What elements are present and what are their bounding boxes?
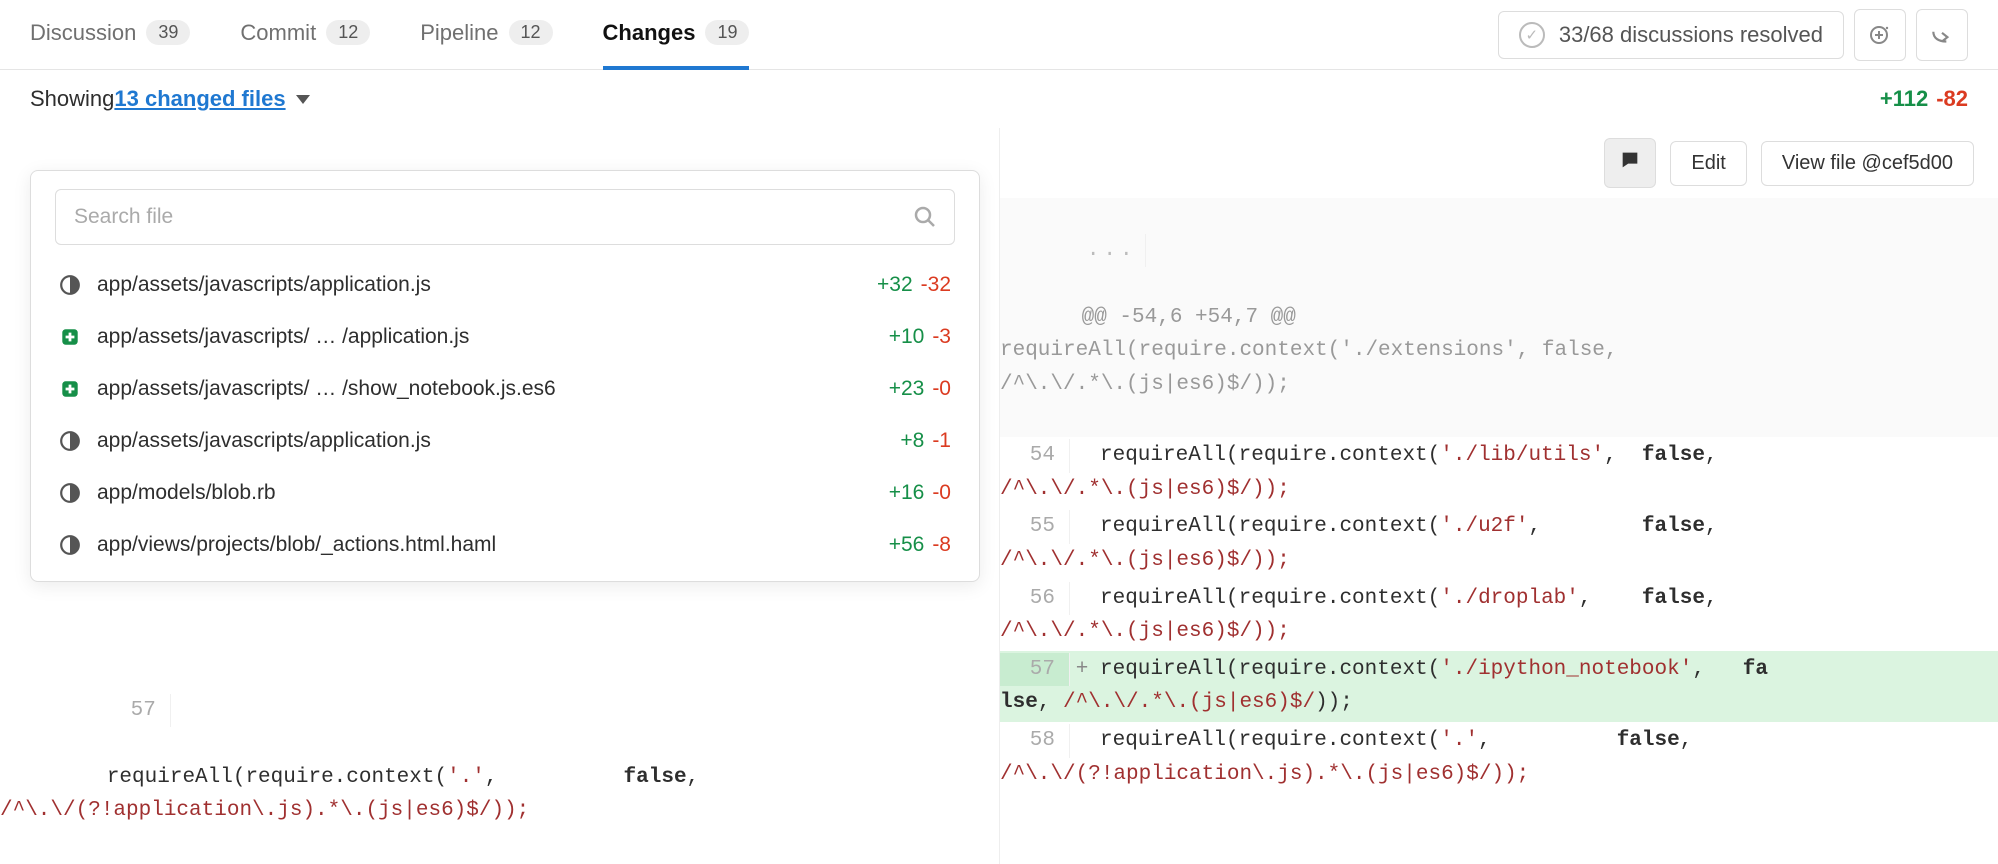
line-number: 58 [1000,724,1070,758]
file-modified-icon [59,430,81,452]
reply-arrow-icon [1929,22,1955,48]
total-deletions: -82 [1936,86,1968,112]
file-modified-icon [59,482,81,504]
chevron-down-icon [296,95,310,104]
tab-commit[interactable]: Commit 12 [240,0,370,70]
hunk-text: @@ -54,6 +54,7 @@requireAll(require.cont… [1000,306,1618,396]
file-path: app/assets/javascripts/ … /application.j… [97,325,879,349]
tab-label: Changes [603,20,696,46]
file-modified-icon [59,274,81,296]
code-text: requireAll(require.context('.', false,/^… [0,766,699,823]
discussions-resolved-text: 33/68 discussions resolved [1559,22,1823,48]
discussions-resolved-box: ✓ 33/68 discussions resolved [1498,11,1844,59]
file-additions: +56 [889,533,925,557]
diff-marker [1070,439,1094,473]
file-path: app/assets/javascripts/application.js [97,273,867,297]
line-number: 56 [1000,582,1070,616]
tab-label: Pipeline [420,20,498,46]
search-icon [913,205,937,229]
file-added-icon [59,326,81,348]
file-path: app/assets/javascripts/ … /show_notebook… [97,377,879,401]
tab-count-badge: 19 [705,20,749,45]
diff-marker [1070,510,1094,544]
diff-line[interactable]: 58 requireAll(require.context('.', false… [1000,722,1998,793]
file-path: app/assets/javascripts/application.js [97,429,890,453]
diff-marker [1070,582,1094,616]
code-text: requireAll(require.context('./droplab', … [1000,587,1718,644]
changed-files-text: 13 changed files [114,86,285,111]
file-deletions: -1 [932,429,951,453]
diff-line[interactable]: 57 requireAll(require.context('.', false… [0,658,999,864]
line-number: 57 [1000,653,1070,687]
file-deletions: -0 [932,481,951,505]
file-additions: +16 [889,481,925,505]
file-path: app/models/blob.rb [97,481,879,505]
tab-changes[interactable]: Changes 19 [603,0,750,70]
file-row[interactable]: app/assets/javascripts/ … /show_notebook… [31,363,979,415]
mr-tabs: Discussion 39 Commit 12 Pipeline 12 Chan… [30,0,749,70]
tab-pipeline[interactable]: Pipeline 12 [420,0,552,70]
file-actions: Edit View file @cef5d00 [1000,128,1998,198]
expand-icon[interactable]: ... [1076,234,1146,268]
issue-plus-icon [1868,23,1892,47]
tab-count-badge: 12 [509,20,553,45]
diff-right-pane: Edit View file @cef5d00 ... @@ -54,6 +54… [999,128,1998,864]
edit-button[interactable]: Edit [1670,141,1746,186]
file-deletions: -3 [932,325,951,349]
comment-icon [1619,149,1641,171]
showing-row: Showing 13 changed files +112 -82 [0,70,1998,128]
file-modified-icon [59,534,81,556]
tab-label: Commit [240,20,316,46]
line-number: 57 [101,694,171,728]
file-row[interactable]: app/assets/javascripts/ … /application.j… [31,311,979,363]
tab-label: Discussion [30,20,136,46]
diff-line[interactable]: 55 requireAll(require.context('./u2f', f… [1000,508,1998,579]
view-file-button[interactable]: View file @cef5d00 [1761,141,1974,186]
file-row[interactable]: app/models/blob.rb +16 -0 [31,467,979,519]
hunk-header[interactable]: ... @@ -54,6 +54,7 @@requireAll(require.… [1000,198,1998,437]
code-text: requireAll(require.context('./u2f', fals… [1000,515,1718,572]
file-row[interactable]: app/views/projects/blob/_actions.html.ha… [31,519,979,571]
diff-marker [1070,724,1094,758]
file-deletions: -8 [932,533,951,557]
file-additions: +8 [900,429,924,453]
file-row[interactable]: app/assets/javascripts/application.js +8-… [31,415,979,467]
search-file-input[interactable] [55,189,955,245]
file-row[interactable]: app/assets/javascripts/application.js +32… [31,259,979,311]
file-additions: +23 [889,377,925,401]
total-additions: +112 [1880,86,1928,112]
check-circle-icon: ✓ [1519,22,1545,48]
file-added-icon [59,378,81,400]
code-text: requireAll(require.context('./ipython_no… [1000,658,1768,715]
mr-tabbar: Discussion 39 Commit 12 Pipeline 12 Chan… [0,0,1998,70]
diff-marker: + [1070,653,1094,687]
tab-discussion[interactable]: Discussion 39 [30,0,190,70]
line-number: 54 [1000,439,1070,473]
file-additions: +32 [877,273,913,297]
diff-line[interactable]: 57+requireAll(require.context('./ipython… [1000,651,1998,722]
file-additions: +10 [889,325,925,349]
jump-next-button[interactable] [1916,9,1968,61]
new-issue-button[interactable] [1854,9,1906,61]
file-list-dropdown: app/assets/javascripts/application.js +32… [30,170,980,582]
line-number: 55 [1000,510,1070,544]
diff-line[interactable]: 56 requireAll(require.context('./droplab… [1000,580,1998,651]
tab-count-badge: 12 [326,20,370,45]
file-deletions: -0 [932,377,951,401]
changed-files-toggle[interactable]: 13 changed files [114,86,285,112]
toggle-comments-button[interactable] [1604,138,1656,188]
file-path: app/views/projects/blob/_actions.html.ha… [97,533,879,557]
diff-line[interactable]: 54 requireAll(require.context('./lib/uti… [1000,437,1998,508]
code-text: requireAll(require.context('.', false,/^… [1000,729,1692,786]
code-text: requireAll(require.context('./lib/utils'… [1000,444,1718,501]
file-deletions: -32 [921,273,951,297]
showing-prefix: Showing [30,86,114,112]
tab-count-badge: 39 [146,20,190,45]
